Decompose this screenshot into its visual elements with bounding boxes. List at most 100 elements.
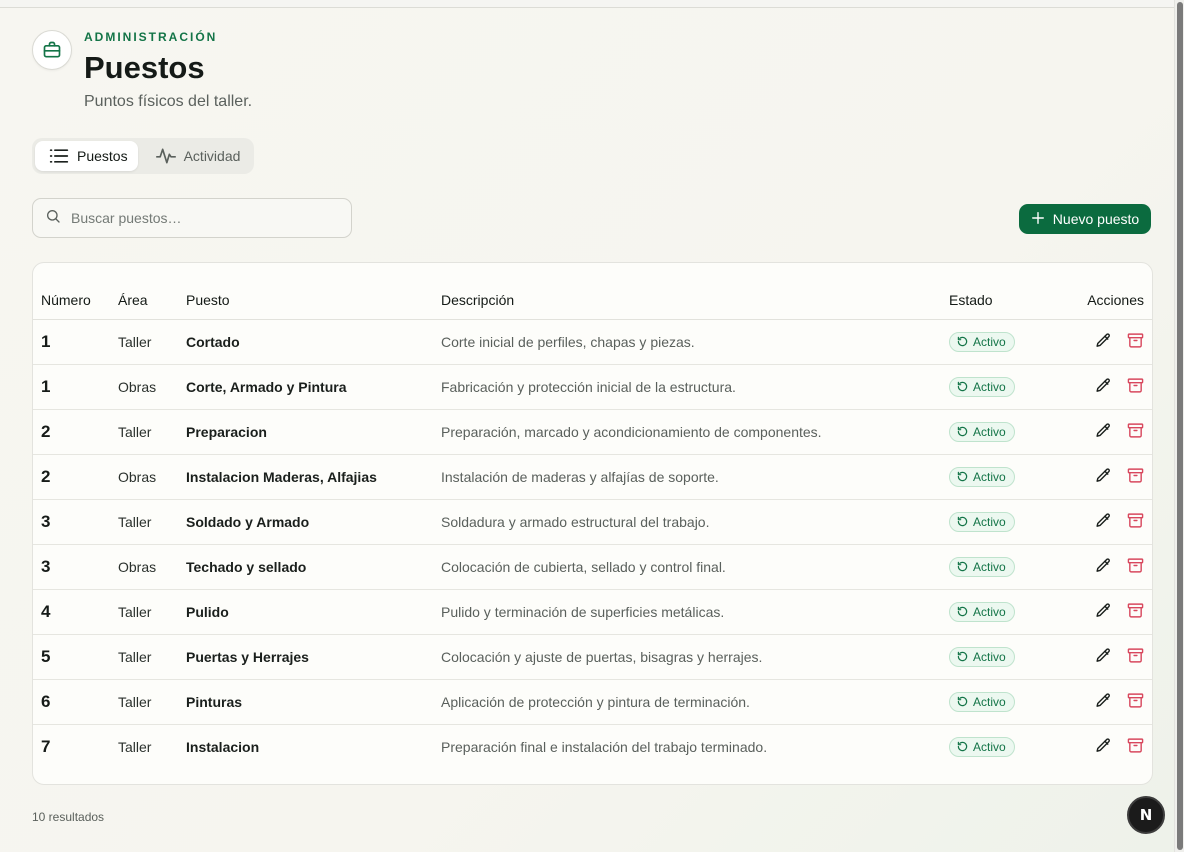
cell-acciones xyxy=(1077,679,1152,725)
table-row[interactable]: 1 Taller Cortado Corte inicial de perfil… xyxy=(33,319,1152,365)
table-row[interactable]: 5 Taller Puertas y Herrajes Colocación y… xyxy=(33,634,1152,680)
table-row[interactable]: 2 Obras Instalacion Maderas, Alfajias In… xyxy=(33,454,1152,500)
dev-tools-badge[interactable]: N xyxy=(1127,796,1165,834)
cell-numero: 2 xyxy=(33,454,118,500)
cell-descripcion: Preparación, marcado y acondicionamiento… xyxy=(441,409,949,455)
status-badge: Activo xyxy=(949,511,1015,532)
archive-delete-icon[interactable] xyxy=(1126,511,1144,529)
archive-delete-icon[interactable] xyxy=(1126,466,1144,484)
cell-puesto: Instalacion xyxy=(186,738,260,755)
cell-descripcion: Soldadura y armado estructural del traba… xyxy=(441,499,949,545)
cell-numero: 3 xyxy=(33,544,118,590)
archive-delete-icon[interactable] xyxy=(1126,556,1144,574)
edit-pencil-icon[interactable] xyxy=(1094,556,1112,574)
search-box[interactable] xyxy=(32,198,352,238)
edit-pencil-icon[interactable] xyxy=(1094,331,1112,349)
edit-pencil-icon[interactable] xyxy=(1094,376,1112,394)
cell-numero: 1 xyxy=(33,364,118,410)
refresh-icon xyxy=(957,561,968,572)
table-row[interactable]: 1 Obras Corte, Armado y Pintura Fabricac… xyxy=(33,364,1152,410)
results-count: 10 resultados xyxy=(32,810,105,824)
tab-label: Actividad xyxy=(183,148,241,164)
list-icon xyxy=(49,147,69,165)
cell-puesto: Corte, Armado y Pintura xyxy=(186,364,441,410)
cell-acciones xyxy=(1077,634,1152,680)
archive-delete-icon[interactable] xyxy=(1126,737,1144,755)
cell-numero: 7 xyxy=(41,736,51,756)
archive-delete-icon[interactable] xyxy=(1126,601,1144,619)
cell-estado: Activo xyxy=(949,499,1077,545)
refresh-icon xyxy=(957,426,968,437)
archive-delete-icon[interactable] xyxy=(1126,331,1144,349)
tab-puestos[interactable]: Puestos xyxy=(35,141,138,171)
table-row[interactable]: 7 Taller Instalacion Preparación final e… xyxy=(33,724,1152,769)
table-row[interactable]: 6 Taller Pinturas Aplicación de protecci… xyxy=(33,679,1152,725)
refresh-icon xyxy=(957,742,968,752)
scrollbar-thumb[interactable] xyxy=(1177,2,1183,850)
edit-pencil-icon[interactable] xyxy=(1094,421,1112,439)
table-row[interactable]: 2 Taller Preparacion Preparación, marcad… xyxy=(33,409,1152,455)
tab-actividad[interactable]: Actividad xyxy=(142,141,251,171)
edit-pencil-icon[interactable] xyxy=(1094,511,1112,529)
cell-acciones xyxy=(1077,409,1152,455)
cell-descripcion: Colocación de cubierta, sellado y contro… xyxy=(441,544,949,590)
status-badge: Activo xyxy=(949,601,1015,622)
edit-pencil-icon[interactable] xyxy=(1094,601,1112,619)
status-badge: Activo xyxy=(949,556,1015,577)
refresh-icon xyxy=(957,516,968,527)
edit-pencil-icon[interactable] xyxy=(1094,691,1112,709)
cell-area: Obras xyxy=(118,454,186,500)
cell-numero: 1 xyxy=(33,319,118,365)
cell-numero: 5 xyxy=(33,634,118,680)
refresh-icon xyxy=(957,336,968,347)
page-title: Puestos xyxy=(84,50,205,85)
status-label: Activo xyxy=(973,559,1006,574)
cell-numero: 4 xyxy=(33,589,118,635)
cell-acciones xyxy=(1077,544,1152,590)
edit-pencil-icon[interactable] xyxy=(1094,737,1112,755)
status-label: Activo xyxy=(973,424,1006,439)
new-puesto-button[interactable]: Nuevo puesto xyxy=(1019,204,1151,234)
column-header-puesto[interactable]: Puesto xyxy=(186,263,441,320)
archive-delete-icon[interactable] xyxy=(1126,376,1144,394)
cell-estado: Activo xyxy=(949,634,1077,680)
column-header-estado[interactable]: Estado xyxy=(949,263,1077,320)
table-row[interactable]: 3 Taller Soldado y Armado Soldadura y ar… xyxy=(33,499,1152,545)
cell-numero: 3 xyxy=(33,499,118,545)
cell-puesto: Techado y sellado xyxy=(186,544,441,590)
cell-area: Taller xyxy=(118,589,186,635)
table-body: 1 Taller Cortado Corte inicial de perfil… xyxy=(33,319,1152,769)
archive-delete-icon[interactable] xyxy=(1126,646,1144,664)
cell-estado: Activo xyxy=(949,319,1077,365)
cell-puesto: Pinturas xyxy=(186,679,441,725)
cell-area: Obras xyxy=(118,364,186,410)
cell-puesto: Instalacion Maderas, Alfajias xyxy=(186,454,441,500)
status-label: Activo xyxy=(973,469,1006,484)
cell-puesto: Pulido xyxy=(186,589,441,635)
puestos-table-card: Número Área Puesto Descripción Estado Ac… xyxy=(32,262,1153,785)
scrollbar[interactable] xyxy=(1174,0,1184,852)
edit-pencil-icon[interactable] xyxy=(1094,466,1112,484)
table-row[interactable]: 3 Obras Techado y sellado Colocación de … xyxy=(33,544,1152,590)
archive-delete-icon[interactable] xyxy=(1126,691,1144,709)
table-row[interactable]: 4 Taller Pulido Pulido y terminación de … xyxy=(33,589,1152,635)
status-badge: Activo xyxy=(949,736,1015,757)
cell-area: Taller xyxy=(118,499,186,545)
cell-estado: Activo xyxy=(949,544,1077,590)
cell-area: Taller xyxy=(118,634,186,680)
plus-icon xyxy=(1031,211,1045,228)
status-label: Activo xyxy=(973,739,1006,754)
cell-puesto: Soldado y Armado xyxy=(186,499,441,545)
cell-area: Taller xyxy=(118,679,186,725)
status-label: Activo xyxy=(973,514,1006,529)
search-input[interactable] xyxy=(71,210,331,226)
cell-acciones xyxy=(1077,454,1152,500)
cell-puesto: Preparacion xyxy=(186,409,441,455)
column-header-numero[interactable]: Número xyxy=(33,263,118,320)
edit-pencil-icon[interactable] xyxy=(1094,646,1112,664)
refresh-icon xyxy=(957,471,968,482)
column-header-area[interactable]: Área xyxy=(118,263,186,320)
column-header-descripcion[interactable]: Descripción xyxy=(441,263,949,320)
archive-delete-icon[interactable] xyxy=(1126,421,1144,439)
activity-icon xyxy=(155,147,176,165)
